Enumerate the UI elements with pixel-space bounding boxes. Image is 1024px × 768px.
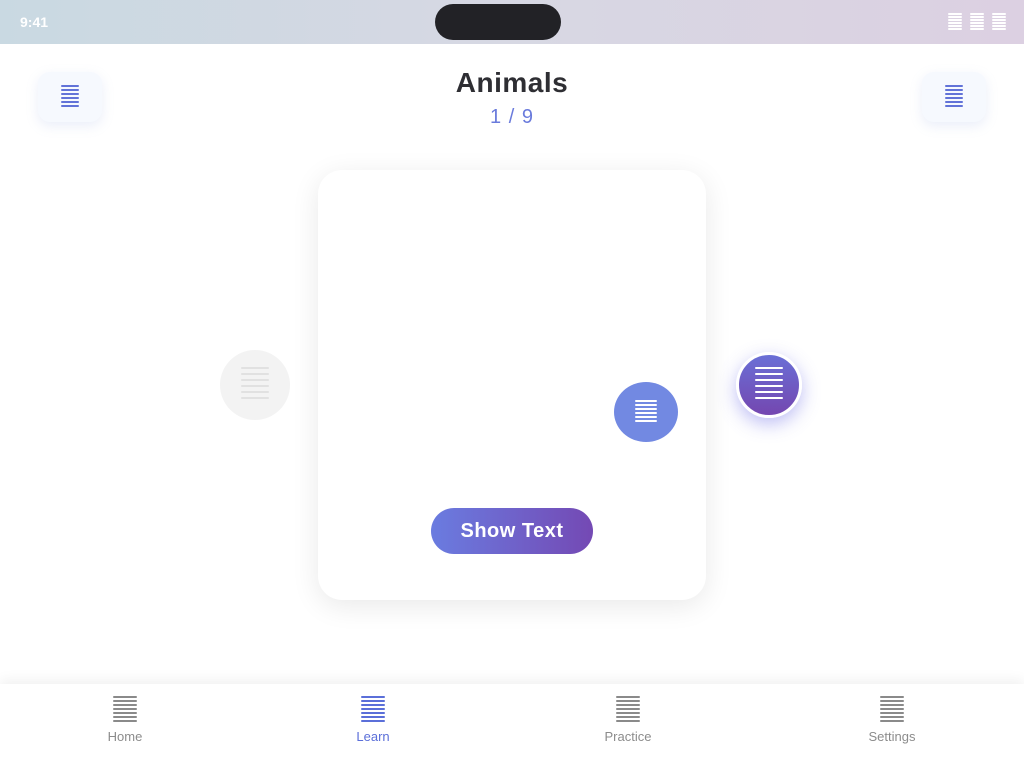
chevron-left-icon: [241, 367, 269, 403]
flash-card[interactable]: Show Text: [318, 170, 706, 600]
next-card-button[interactable]: [736, 352, 802, 418]
status-icons: [948, 13, 1006, 31]
camera-notch: [435, 4, 561, 40]
signal-icon: [948, 13, 962, 31]
page-title: Animals: [455, 67, 569, 98]
gear-icon: [880, 696, 904, 724]
home-icon: [113, 696, 137, 724]
status-bar: 9:41: [0, 0, 1024, 44]
tab-label: Learn: [356, 729, 390, 744]
previous-card-button[interactable]: [220, 350, 290, 420]
show-text-button[interactable]: Show Text: [431, 508, 593, 554]
book-icon: [361, 696, 385, 724]
tab-settings[interactable]: Settings: [832, 696, 952, 748]
tab-home[interactable]: Home: [65, 696, 185, 748]
tab-label: Settings: [868, 729, 916, 744]
card-counter: 1 / 9: [490, 106, 534, 128]
list-icon: [945, 85, 963, 109]
tab-practice[interactable]: Practice: [568, 696, 688, 748]
practice-icon: [616, 696, 640, 724]
list-button[interactable]: [922, 72, 986, 122]
status-time: 9:41: [20, 14, 49, 30]
tab-bar: Home Learn Practice Settings: [0, 684, 1024, 768]
chevron-right-icon: [755, 367, 783, 403]
play-audio-button[interactable]: [614, 382, 678, 442]
tab-learn[interactable]: Learn: [313, 696, 433, 748]
tab-label: Practice: [604, 729, 652, 744]
wifi-icon: [970, 13, 984, 31]
tab-label: Home: [107, 729, 143, 744]
speaker-icon: [635, 400, 657, 424]
battery-icon: [992, 13, 1006, 31]
